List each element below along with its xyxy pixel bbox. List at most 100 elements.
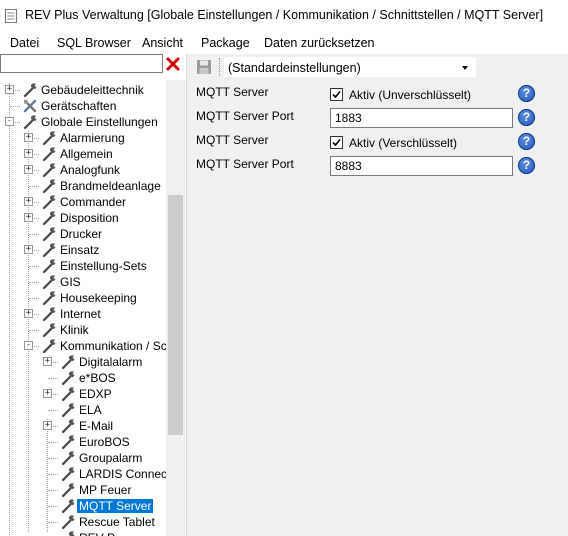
tree-search-input[interactable] — [0, 54, 163, 73]
wrench-icon — [42, 243, 56, 258]
tree-item[interactable]: ELA — [0, 402, 166, 418]
tree-item[interactable]: Groupalarm — [0, 450, 166, 466]
tree-item[interactable]: + Einsatz — [0, 242, 166, 258]
tree-connector — [48, 458, 58, 459]
chevron-down-icon[interactable] — [462, 66, 468, 70]
mqtt-port-encrypted-input[interactable] — [330, 156, 513, 176]
profile-dropdown[interactable]: (Standardeinstellungen) — [224, 57, 476, 77]
menu-bar: Datei SQL Browser Ansicht Package Daten … — [0, 32, 568, 54]
help-question-icon[interactable]: ? — [518, 109, 535, 126]
settings-tree[interactable]: + Gebäudeleittechnik Gerätschaften - Globale… — [0, 80, 166, 536]
expand-icon[interactable]: + — [24, 309, 33, 318]
tree-item[interactable]: Drucker — [0, 226, 166, 242]
clear-search-icon[interactable] — [165, 56, 181, 72]
tree-item-label: MQTT Server — [75, 498, 155, 514]
expand-icon[interactable]: + — [24, 197, 33, 206]
wrench-icon — [61, 435, 75, 450]
expand-icon[interactable]: + — [24, 149, 33, 158]
expand-icon[interactable]: + — [43, 421, 52, 430]
active-unencrypted-label: Aktiv (Unverschlüsselt) — [349, 88, 472, 102]
tree-item[interactable]: + Gebäudeleittechnik — [0, 82, 166, 98]
wrench-icon — [61, 387, 75, 402]
expand-icon[interactable]: + — [24, 133, 33, 142]
help-question-icon[interactable]: ? — [518, 85, 535, 102]
expand-icon[interactable]: + — [24, 245, 33, 254]
tree-item[interactable]: + Alarmierung — [0, 130, 166, 146]
help-question-icon[interactable]: ? — [518, 133, 535, 150]
tree-item-label: Klinik — [60, 323, 89, 337]
wrench-icon — [42, 179, 56, 194]
tree-item-label: Analogfunk — [60, 163, 121, 177]
tree-vertical-scrollbar[interactable] — [166, 80, 185, 536]
tree-item[interactable]: MQTT Server — [0, 498, 166, 514]
tree-item[interactable]: Rescue Tablet — [0, 514, 166, 530]
expand-icon[interactable]: + — [43, 389, 52, 398]
tree-item[interactable]: + Allgemein — [0, 146, 166, 162]
tree-item[interactable]: + Disposition — [0, 210, 166, 226]
tree-item-label: Alarmierung — [60, 131, 125, 145]
expand-icon[interactable]: + — [43, 357, 52, 366]
tree-item[interactable]: EuroBOS — [0, 434, 166, 450]
wrench-icon — [42, 195, 56, 210]
tree-item-label: GIS — [60, 275, 81, 289]
menu-ansicht[interactable]: Ansicht — [142, 36, 183, 50]
tree-item[interactable]: REV P — [0, 530, 166, 536]
tree-item[interactable]: e*BOS — [0, 370, 166, 386]
tree-item[interactable]: + Internet — [0, 306, 166, 322]
menu-package[interactable]: Package — [201, 36, 250, 50]
help-question-icon[interactable]: ? — [518, 157, 535, 174]
tree-item[interactable]: LARDIS Connect — [0, 466, 166, 482]
tree-item[interactable]: MP Feuer — [0, 482, 166, 498]
tree-item-label: E-Mail — [79, 419, 114, 433]
tree-connector — [48, 442, 58, 443]
tree-connector — [48, 506, 58, 507]
tree-item[interactable]: Gerätschaften — [0, 98, 166, 114]
tree-item-label: Gerätschaften — [41, 99, 117, 113]
collapse-icon[interactable]: - — [5, 117, 14, 126]
wrench-icon — [42, 227, 56, 242]
tree-item[interactable]: + Analogfunk — [0, 162, 166, 178]
wrench-icon — [61, 451, 75, 466]
tree-item[interactable]: + EDXP — [0, 386, 166, 402]
tree-item[interactable]: - Globale Einstellungen — [0, 114, 166, 130]
tree-item-label: Digitalalarm — [79, 355, 143, 369]
tree-item-label: ELA — [79, 403, 102, 417]
expand-icon[interactable]: + — [5, 85, 14, 94]
wrench-icon — [61, 355, 75, 370]
tree-item-label: Groupalarm — [79, 451, 143, 465]
tree-item[interactable]: Klinik — [0, 322, 166, 338]
tree-item[interactable]: Housekeeping — [0, 290, 166, 306]
wrench-icon — [61, 499, 75, 514]
tree-item[interactable]: Brandmeldeanlage — [0, 178, 166, 194]
wrench-icon — [61, 419, 75, 434]
tree-item-label: EDXP — [79, 387, 112, 401]
wrench-icon — [42, 211, 56, 226]
wrench-icon — [23, 115, 37, 130]
tree-item[interactable]: Einstellung-Sets — [0, 258, 166, 274]
tree-item[interactable]: - Kommunikation / Schnittstellen — [0, 338, 166, 354]
tree-item[interactable]: + Commander — [0, 194, 166, 210]
tree-item[interactable]: GIS — [0, 274, 166, 290]
expand-icon[interactable]: + — [24, 213, 33, 222]
tree-scrollbar-thumb[interactable] — [168, 195, 183, 435]
tree-item[interactable]: + E-Mail — [0, 418, 166, 434]
tree-item-label: Gebäudeleittechnik — [41, 83, 144, 97]
collapse-icon[interactable]: - — [24, 341, 33, 350]
active-unencrypted-checkbox[interactable] — [330, 88, 343, 101]
tree-connector — [48, 410, 58, 411]
wrench-icon — [42, 147, 56, 162]
wrench-icon — [61, 371, 75, 386]
floppy-disk-icon[interactable] — [196, 59, 212, 75]
tree-item[interactable]: + Digitalalarm — [0, 354, 166, 370]
wrench-icon — [42, 275, 56, 290]
tree-connector — [10, 106, 20, 107]
menu-daten-zuruecksetzen[interactable]: Daten zurücksetzen — [264, 36, 374, 50]
tree-item-label: REV P — [77, 531, 117, 536]
tree-item-label: Brandmeldeanlage — [60, 179, 161, 193]
tree-item-label: LARDIS Connect — [79, 467, 166, 481]
active-encrypted-checkbox[interactable] — [330, 136, 343, 149]
expand-icon[interactable]: + — [24, 165, 33, 174]
menu-sql-browser[interactable]: SQL Browser — [57, 36, 131, 50]
menu-datei[interactable]: Datei — [10, 36, 39, 50]
mqtt-port-unencrypted-input[interactable] — [330, 108, 513, 128]
